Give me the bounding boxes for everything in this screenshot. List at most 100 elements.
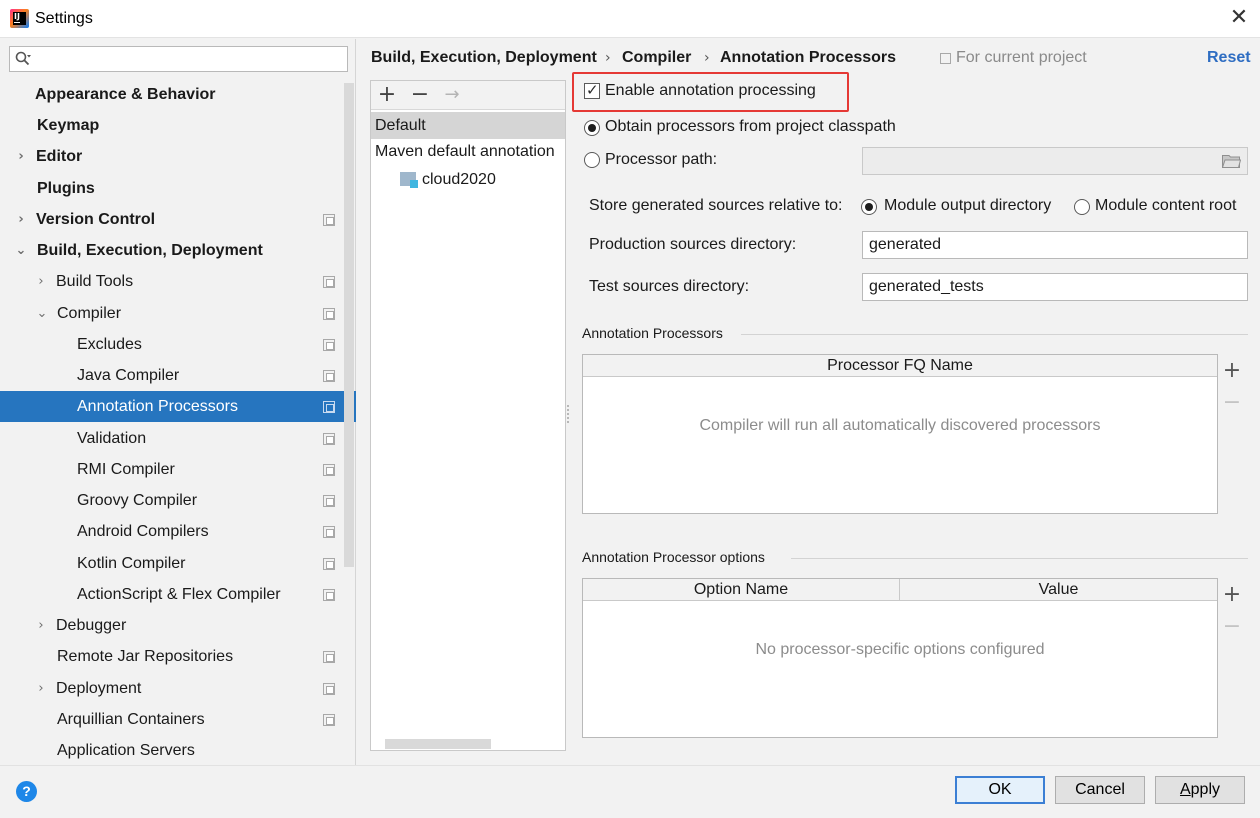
annotation-processor-options-group-title: Annotation Processor options [582, 549, 765, 565]
profiles-panel: + − → Default Maven default annotation c… [370, 80, 566, 751]
sidebar-item-compiler[interactable]: ⌄ Compiler [0, 298, 342, 329]
breadcrumb-build-execution-deployment[interactable]: Build, Execution, Deployment [371, 49, 597, 67]
add-profile-button[interactable]: + [375, 83, 399, 107]
reset-link[interactable]: Reset [1207, 49, 1251, 67]
sidebar-item-plugins[interactable]: Plugins [0, 173, 342, 204]
column-value[interactable]: Value [899, 579, 1217, 600]
sidebar-item-remote-jar-repositories[interactable]: Remote Jar Repositories [0, 641, 342, 672]
project-level-icon [323, 433, 335, 445]
ok-button[interactable]: OK [955, 776, 1045, 804]
chevron-down-icon[interactable]: ⌄ [14, 235, 28, 266]
apply-button[interactable]: Apply [1155, 776, 1245, 804]
folder-icon[interactable] [1222, 154, 1241, 168]
breadcrumb-annotation-processors: Annotation Processors [720, 49, 897, 66]
obtain-from-classpath-label[interactable]: Obtain processors from project classpath [605, 117, 896, 137]
profiles-horizontal-scrollbar[interactable] [385, 739, 491, 749]
profiles-toolbar: + − → [371, 81, 565, 110]
remove-option-button[interactable]: − [1220, 615, 1244, 639]
remove-processor-button[interactable]: − [1220, 391, 1244, 415]
search-input[interactable] [9, 46, 348, 72]
help-icon[interactable]: ? [16, 781, 37, 802]
sidebar-item-appearance-behavior[interactable]: Appearance & Behavior [0, 79, 342, 110]
processor-options-table[interactable]: Option Name Value No processor-specific … [582, 578, 1218, 738]
module-content-root-radio[interactable] [1074, 199, 1090, 215]
test-sources-input[interactable]: generated_tests [862, 273, 1248, 301]
settings-sidebar: Appearance & Behavior Keymap › Editor Pl… [0, 39, 356, 765]
chevron-down-icon[interactable]: ⌄ [35, 298, 49, 329]
obtain-from-classpath-radio[interactable] [584, 120, 600, 136]
title-bar: IJ Settings ✕ [0, 0, 1260, 38]
processor-path-label[interactable]: Processor path: [605, 150, 717, 170]
sidebar-item-editor[interactable]: › Editor [0, 141, 342, 172]
add-option-button[interactable]: + [1220, 583, 1244, 607]
chevron-right-icon[interactable]: › [14, 141, 28, 172]
sidebar-item-debugger[interactable]: › Debugger [0, 610, 342, 641]
sidebar-item-arquillian-containers[interactable]: Arquillian Containers [0, 704, 342, 735]
group-divider [741, 334, 1248, 335]
column-option-name[interactable]: Option Name [583, 579, 899, 600]
sidebar-item-excludes[interactable]: Excludes [0, 329, 342, 360]
column-processor-fq-name[interactable]: Processor FQ Name [583, 355, 1217, 376]
project-level-icon [940, 53, 951, 64]
breadcrumb-compiler[interactable]: Compiler [622, 49, 691, 67]
project-level-icon [323, 526, 335, 538]
sidebar-item-actionscript-flex-compiler[interactable]: ActionScript & Flex Compiler [0, 579, 342, 610]
chevron-right-icon[interactable]: › [34, 673, 48, 704]
close-icon[interactable]: ✕ [1227, 6, 1251, 30]
sidebar-item-android-compilers[interactable]: Android Compilers [0, 516, 342, 547]
project-level-icon [323, 558, 335, 570]
profile-item-maven-default[interactable]: Maven default annotation [371, 138, 565, 165]
module-folder-icon [400, 172, 418, 188]
project-level-icon [323, 276, 335, 288]
profile-item-default[interactable]: Default [371, 112, 565, 139]
splitter-handle[interactable] [567, 405, 571, 423]
window-title: Settings [35, 10, 93, 27]
sidebar-item-java-compiler[interactable]: Java Compiler [0, 360, 342, 391]
chevron-right-icon[interactable]: › [34, 610, 48, 641]
processors-table-header: Processor FQ Name [583, 355, 1217, 377]
sidebar-item-rmi-compiler[interactable]: RMI Compiler [0, 454, 342, 485]
add-processor-button[interactable]: + [1220, 359, 1244, 383]
sidebar-item-application-servers[interactable]: Application Servers [0, 735, 342, 766]
processors-table[interactable]: Processor FQ Name Compiler will run all … [582, 354, 1218, 514]
sidebar-item-version-control[interactable]: › Version Control [0, 204, 342, 235]
sidebar-item-keymap[interactable]: Keymap [0, 110, 342, 141]
project-level-icon [323, 683, 335, 695]
options-empty-text: No processor-specific options configured [755, 641, 1045, 658]
sidebar-item-groovy-compiler[interactable]: Groovy Compiler [0, 485, 342, 516]
processor-path-radio[interactable] [584, 152, 600, 168]
sidebar-item-deployment[interactable]: › Deployment [0, 673, 342, 704]
enable-annotation-processing-checkbox[interactable]: ✓ [584, 81, 600, 99]
project-level-icon [323, 214, 335, 226]
project-level-icon [323, 308, 335, 320]
module-output-directory-radio[interactable] [861, 199, 877, 215]
project-level-icon [323, 589, 335, 601]
sidebar-item-build-tools[interactable]: › Build Tools [0, 266, 342, 297]
module-content-root-label[interactable]: Module content root [1095, 196, 1236, 216]
sidebar-scrollbar[interactable] [344, 83, 354, 567]
chevron-right-icon[interactable]: › [14, 204, 28, 235]
module-output-directory-label[interactable]: Module output directory [884, 196, 1051, 216]
production-sources-input[interactable]: generated [862, 231, 1248, 259]
chevron-right-icon[interactable]: › [34, 266, 48, 297]
store-relative-to-label: Store generated sources relative to: [589, 197, 843, 214]
sidebar-item-kotlin-compiler[interactable]: Kotlin Compiler [0, 548, 342, 579]
processor-path-field[interactable] [862, 147, 1248, 175]
project-level-icon [323, 651, 335, 663]
checkmark-icon: ✓ [586, 81, 599, 99]
breadcrumb-separator: › [704, 50, 710, 66]
project-level-icon [323, 401, 335, 413]
remove-profile-button[interactable]: − [408, 83, 432, 107]
cancel-button[interactable]: Cancel [1055, 776, 1145, 804]
processor-options-table-header: Option Name Value [583, 579, 1217, 601]
processors-empty-text: Compiler will run all automatically disc… [699, 417, 1101, 434]
move-module-button[interactable]: → [440, 83, 464, 107]
sidebar-item-build-execution-deployment[interactable]: ⌄ Build, Execution, Deployment [0, 235, 342, 266]
enable-annotation-processing-label[interactable]: Enable annotation processing [605, 81, 816, 101]
sidebar-item-validation[interactable]: Validation [0, 423, 342, 454]
project-level-icon [323, 714, 335, 726]
project-level-icon [323, 464, 335, 476]
sidebar-item-annotation-processors[interactable]: Annotation Processors [0, 391, 356, 422]
project-level-icon [323, 370, 335, 382]
intellij-logo-icon: IJ [10, 9, 29, 28]
